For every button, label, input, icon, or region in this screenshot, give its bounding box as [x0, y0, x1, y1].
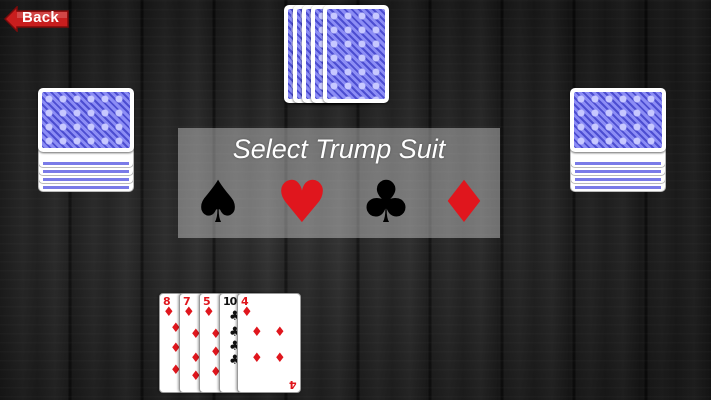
diamonds-suit-button[interactable]: ♦ — [434, 172, 494, 232]
card-rank-bottom: 4 — [289, 378, 297, 391]
card-back — [323, 5, 389, 103]
diamond-icon: ♦ — [163, 305, 175, 320]
panel-title: Select Trump Suit — [232, 134, 446, 164]
card-rank: 10 — [223, 295, 237, 308]
back-button[interactable]: Back — [4, 6, 69, 32]
playing-card[interactable]: 4 ♦ ♦ ♦ ♦ ♦ 4 — [237, 293, 301, 393]
trump-select-panel: Select Trump Suit ♠ ♥ ♣ ♦ — [178, 128, 500, 238]
diamond-icon: ♦ — [274, 325, 286, 340]
diamond-icon: ♦ — [274, 351, 286, 366]
spades-suit-button[interactable]: ♠ — [188, 172, 248, 232]
card-back — [38, 88, 134, 152]
diamond-icon: ♦ — [203, 305, 215, 320]
diamond-icon: ♦ — [251, 325, 263, 340]
spade-icon: ♠ — [192, 168, 244, 236]
diamond-icon: ♦ — [438, 168, 490, 236]
back-label: Back — [22, 9, 60, 26]
heart-icon: ♥ — [276, 168, 328, 236]
diamond-icon: ♦ — [251, 351, 263, 366]
card-back — [570, 88, 666, 152]
hearts-suit-button[interactable]: ♥ — [272, 172, 332, 232]
diamond-icon: ♦ — [241, 305, 253, 320]
club-icon: ♣ — [360, 168, 412, 236]
diamond-icon: ♦ — [183, 305, 195, 320]
clubs-suit-button[interactable]: ♣ — [356, 172, 416, 232]
